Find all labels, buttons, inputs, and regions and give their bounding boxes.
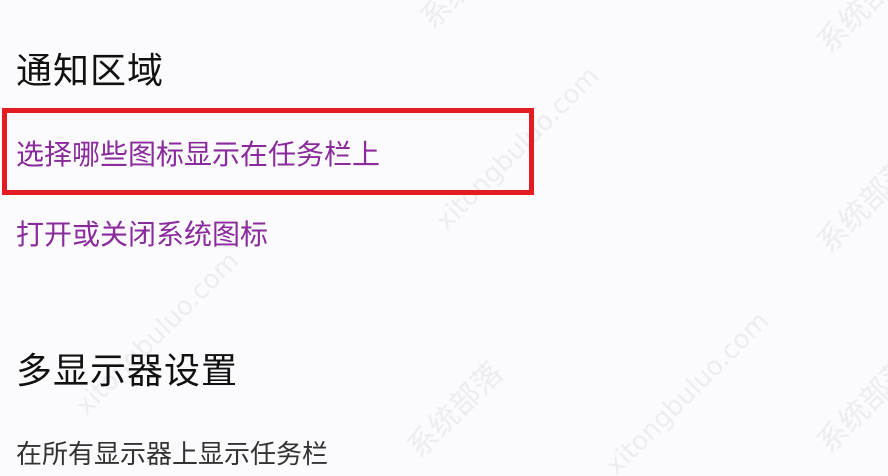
watermark-url: xitongbuluo.com [600,306,776,476]
watermark-text: 系统部落 [810,150,888,261]
watermark-url: xitongbuluo.com [70,246,246,422]
settings-page: 系统部落 xitongbuluo.com 系统部落 系统部落 系统部落 xito… [0,0,888,476]
multi-display-title: 多显示器设置 [16,351,239,392]
watermark-text: 系统部落 [408,0,524,37]
toggle-system-icons-link[interactable]: 打开或关闭系统图标 [16,213,268,253]
show-taskbar-all-displays-label: 在所有显示器上显示任务栏 [16,440,329,470]
watermark-text: 系统部落 [810,350,888,461]
watermark-text: 系统部落 [810,0,888,61]
notification-area-title: 通知区域 [16,51,165,92]
watermark-text: 系统部落 [400,355,511,466]
choose-taskbar-icons-link[interactable]: 选择哪些图标显示在任务栏上 [16,133,380,173]
